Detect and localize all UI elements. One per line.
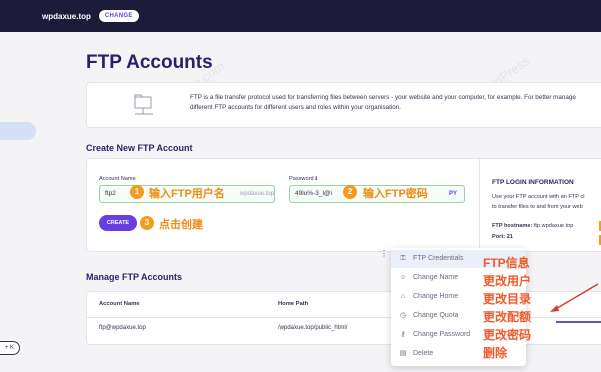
card-divider <box>479 159 480 251</box>
column-header-account: Account Name <box>99 301 140 307</box>
change-domain-button[interactable]: CHANGE <box>98 10 139 22</box>
account-domain-suffix: wpdaxue.top <box>240 191 275 197</box>
annotation-change-dir: 更改目录 <box>483 292 532 306</box>
step-2-badge: 2 <box>343 185 357 199</box>
annotation-change-user: 更改用户 <box>483 274 532 288</box>
row-actions-icon[interactable]: ⋮ <box>380 249 388 258</box>
ftp-port: Port: 21 <box>492 234 513 240</box>
intro-card: FTP is a file transfer protocol used for… <box>86 82 601 128</box>
copy-password-button[interactable]: PY <box>449 191 457 197</box>
annotation-enter-username: 输入FTP用户名 <box>149 188 225 200</box>
info-icon: ℹ <box>315 176 318 182</box>
step-3-badge: 3 <box>140 216 154 230</box>
domain-name: wpdaxue.top <box>42 11 91 21</box>
create-button[interactable]: CREATE <box>99 215 137 231</box>
sidebar-active-item[interactable] <box>0 122 36 140</box>
manage-section-title: Manage FTP Accounts <box>86 272 183 282</box>
ftp-hostname: FTP hostname: ftp.wpdaxue.top <box>492 223 574 229</box>
folder-illustration-icon <box>134 94 153 115</box>
annotation-arrow-icon <box>550 283 601 323</box>
annotation-delete: 删除 <box>483 346 508 360</box>
annotation-enter-password: 输入FTP密码 <box>363 188 428 200</box>
intro-text: FTP is a file transfer protocol used for… <box>190 94 576 111</box>
column-header-home-path: Home Path <box>278 301 309 307</box>
step-1-badge: 1 <box>130 185 144 199</box>
annotation-change-password: 更改密码 <box>483 328 532 342</box>
login-info-title: FTP LOGIN INFORMATION <box>492 179 574 186</box>
top-bar: wpdaxue.top CHANGE <box>0 0 601 32</box>
create-ftp-card: Account Name ftp2 wpdaxue.top Password ℹ… <box>86 158 601 252</box>
trash-icon: ▤ <box>399 350 407 357</box>
quota-icon: ◷ <box>399 312 407 319</box>
account-name-label: Account Name <box>99 176 136 182</box>
create-section-title: Create New FTP Account <box>86 143 193 153</box>
page-title: FTP Accounts <box>86 52 213 73</box>
annotation-ftp-info: FTP信息 <box>483 256 530 270</box>
lock-icon: ⚷ <box>400 331 406 338</box>
table-cell-account: ftp@wpdaxue.top <box>99 325 146 331</box>
password-label: Password ℹ <box>289 176 318 182</box>
annotation-change-quota: 更改配额 <box>483 310 532 324</box>
user-icon: ☺ <box>399 274 407 281</box>
home-icon: ⌂ <box>400 293 406 300</box>
table-cell-home-path: /wpdaxue.top/public_html/ <box>278 325 348 331</box>
annotation-click-create: 点击创建 <box>159 219 203 231</box>
login-info-text: Use your FTP account with an FTP cl to t… <box>492 194 585 210</box>
search-shortcut-button[interactable]: + K <box>0 341 20 355</box>
key-icon: ⚿ <box>400 255 406 262</box>
